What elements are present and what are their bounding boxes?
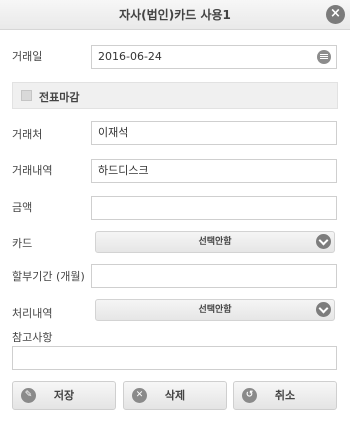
installment-field[interactable] [91, 264, 337, 288]
chevron-down-icon [316, 234, 331, 249]
date-value: 2016-06-24 [98, 50, 162, 63]
pencil-icon: ✎ [21, 388, 36, 403]
closing-checkbox-label: 전표마감 [39, 91, 80, 104]
process-label: 처리내역 [12, 307, 53, 320]
amount-field[interactable] [91, 196, 337, 220]
closing-checkbox-row: 전표마감 [12, 82, 338, 109]
details-value: 하드디스크 [98, 164, 149, 177]
chevron-down-icon [316, 302, 331, 317]
card-select[interactable]: 선택안함 [95, 231, 335, 253]
vendor-label: 거래처 [12, 128, 43, 141]
amount-label: 금액 [12, 201, 33, 214]
vendor-value: 이재석 [98, 126, 129, 139]
cancel-button[interactable]: ↺ 취소 [233, 381, 337, 410]
x-circle-icon: ✕ [132, 388, 147, 403]
date-field[interactable]: 2016-06-24 [91, 45, 337, 69]
notes-field[interactable] [12, 346, 337, 370]
installment-label: 할부기간 (개월) [12, 270, 85, 283]
vendor-field[interactable]: 이재석 [91, 121, 337, 145]
delete-button-label: 삭제 [164, 389, 186, 402]
close-icon[interactable]: × [326, 5, 345, 24]
calendar-icon[interactable] [317, 50, 331, 64]
closing-checkbox[interactable] [21, 90, 32, 101]
save-button[interactable]: ✎ 저장 [12, 381, 116, 410]
process-select[interactable]: 선택안함 [95, 299, 335, 321]
card-selected-value: 선택안함 [198, 237, 232, 247]
cancel-button-label: 취소 [274, 389, 296, 402]
save-button-label: 저장 [53, 389, 75, 402]
undo-icon: ↺ [242, 388, 257, 403]
details-field[interactable]: 하드디스크 [91, 159, 337, 183]
dialog-title: 자사(법인)카드 사용1 [119, 8, 231, 22]
card-label: 카드 [12, 237, 33, 250]
dialog-titlebar: 자사(법인)카드 사용1 × [0, 0, 350, 30]
process-selected-value: 선택안함 [198, 305, 232, 315]
details-label: 거래내역 [12, 164, 53, 177]
notes-label: 참고사항 [12, 331, 53, 344]
delete-button[interactable]: ✕ 삭제 [123, 381, 227, 410]
date-label: 거래일 [12, 50, 43, 63]
